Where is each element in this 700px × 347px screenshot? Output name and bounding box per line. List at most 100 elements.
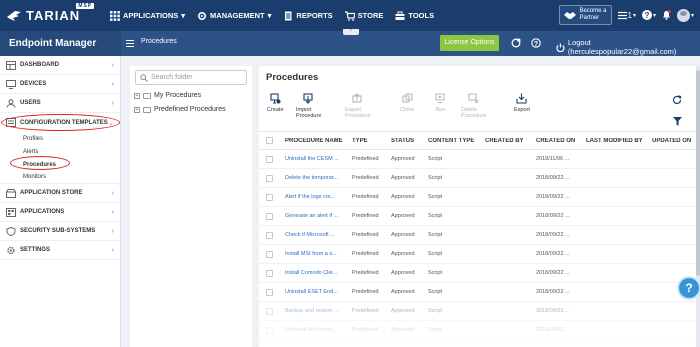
export-procedure-button[interactable]: Export Procedure [345,93,370,119]
clone-button[interactable]: Clone [400,93,414,113]
cell-procedure-name[interactable]: Check if Microsoft ... [285,232,335,238]
table-row[interactable]: Uninstall and reinst... Predefined Approve… [259,321,696,340]
nav-tools[interactable]: TOOLS [395,11,434,21]
table-row[interactable]: Install MSI from a s... Predefined Approve… [259,245,696,264]
chevron-down-icon: ▾ [267,11,272,20]
row-checkbox[interactable] [266,212,273,220]
column-header-created-by[interactable]: CREATED BY [485,138,524,144]
cell-content-type: Script [428,194,443,200]
nav-applications[interactable]: APPLICATIONS ▾ [110,10,185,21]
sidebar-item-users[interactable]: USERS › [0,94,120,113]
sidebar-item-dashboard[interactable]: DASHBOARD › [0,56,120,75]
cell-procedure-name[interactable]: Backup and restore ... [285,308,339,314]
row-checkbox[interactable] [266,193,273,201]
sidebar-subitem-monitors[interactable]: Monitors [0,171,120,184]
sidebar-item-application-store[interactable]: APPLICATION STORE › [0,184,120,203]
row-checkbox[interactable] [266,174,273,182]
sidebar-item-devices[interactable]: DEVICES › [0,75,120,94]
nav-management[interactable]: MANAGEMENT ▾ [197,11,271,21]
handshake-icon [564,11,577,19]
column-header-type[interactable]: TYPE [352,138,368,144]
column-header-content-type[interactable]: CONTENT TYPE [428,138,474,144]
sidebar-item-configuration-templates[interactable]: CONFIGURATION TEMPLATES ⌄ [0,113,120,132]
sidebar-subitem-profiles[interactable]: Profiles [0,132,120,145]
sidebar-item-settings[interactable]: SETTINGS › [0,241,120,260]
cell-type: Predefined [352,289,379,295]
sidebar-item-applications[interactable]: APPLICATIONS › [0,203,120,222]
logo-msp-badge: MSP [76,3,95,9]
row-checkbox[interactable] [266,307,273,315]
filter-icon[interactable] [673,117,682,126]
column-header-last-modified-by[interactable]: LAST MODIFIED BY [586,138,643,144]
import-procedure-button[interactable]: Import Procedure [296,93,321,119]
column-header-procedure-name[interactable]: PROCEDURE NAME [285,138,343,144]
create-button[interactable]: Create [267,93,284,113]
row-checkbox[interactable] [266,288,273,296]
table-row[interactable]: Uninstall the CESM ... Predefined Approved… [259,150,696,169]
row-checkbox[interactable] [266,155,273,163]
row-checkbox[interactable] [266,250,273,258]
help-button[interactable]: ? [679,278,699,298]
announcements-icon[interactable] [511,38,521,48]
search-folder-input[interactable]: Search folder [135,70,247,85]
row-checkbox[interactable] [266,231,273,239]
table-row[interactable]: Alert if the logs cre... Predefined Approv… [259,188,696,207]
run-button[interactable]: Run [435,93,446,113]
sidebar-subitem-alerts[interactable]: Alerts [0,145,120,158]
tree-folder-my-procedures[interactable]: + My Procedures [134,92,201,99]
cell-type: Predefined [352,251,379,257]
tree-folder-label: My Procedures [154,92,202,99]
sidebar-item-security-sub-systems[interactable]: SECURITY SUB-SYSTEMS › [0,222,120,241]
become-partner-button[interactable]: Become a Partner [559,5,612,25]
column-header-updated-on[interactable]: UPDATED ON [652,138,691,144]
chevron-right-icon: › [111,247,114,254]
cell-procedure-name[interactable]: Generate an alert if ... [285,213,338,219]
refresh-icon[interactable] [672,95,682,105]
table-row[interactable]: Uninstall ESET End... Predefined Approved S… [259,283,696,302]
delete-procedure-button[interactable]: Delete Procedure [461,93,486,119]
tree-folder-predefined-procedures[interactable]: + Predefined Procedures [134,106,226,113]
logo-bird-icon [7,10,21,21]
table-row[interactable]: Backup and restore ... Predefined Approved… [259,302,696,321]
grid-icon [110,10,120,21]
table-row[interactable]: Install Comodo Clie... Predefined Approved… [259,264,696,283]
store-icon [6,188,16,198]
cell-procedure-name[interactable]: Uninstall ESET End... [285,289,338,295]
nav-store[interactable]: STORE [344,10,383,21]
page-scrollbar[interactable] [696,66,700,347]
logout-link[interactable]: Logout (herculespopular22@gmail.com) [556,38,700,56]
row-checkbox[interactable] [266,269,273,277]
cell-procedure-name[interactable]: Delete the temporar... [285,175,338,181]
export-button[interactable]: Export [514,93,530,113]
top-right-controls: Become a Partner 1 ▾ ? ▾ ▾ [559,5,694,25]
notifications-button[interactable]: 1 ▾ [617,11,636,20]
column-header-created-on[interactable]: CREATED ON [536,138,575,144]
expand-icon[interactable]: + [134,92,140,99]
table-row[interactable]: Generate an alert if ... Predefined Approv… [259,207,696,226]
cell-procedure-name[interactable]: Uninstall the CESM ... [285,156,339,162]
collapse-header-toggle[interactable]: ⌃ [343,29,359,35]
cell-procedure-name[interactable]: Uninstall and reinst... [285,327,336,333]
column-header-status[interactable]: STATUS [391,138,414,144]
cell-procedure-name[interactable]: Install MSI from a s... [285,251,337,257]
user-menu-button[interactable]: ▾ [676,8,694,22]
license-options-button[interactable]: License Options [440,35,499,51]
row-checkbox[interactable] [266,326,273,334]
help-circle-icon[interactable]: ? [531,38,541,48]
expand-icon[interactable]: + [134,106,140,113]
cell-procedure-name[interactable]: Install Comodo Clie... [285,270,337,276]
hamburger-menu-icon[interactable] [126,40,134,47]
cell-procedure-name[interactable]: Alert if the logs cre... [285,194,335,200]
help-menu-button[interactable]: ? ▾ [641,10,656,20]
nav-reports[interactable]: REPORTS [283,11,333,21]
chevron-right-icon: › [111,100,114,107]
sidebar-subitem-procedures[interactable]: Procedures [0,158,120,171]
tarian-logo[interactable]: TARIAN MSP [0,0,100,31]
scrollbar-thumb[interactable] [696,70,700,276]
table-row[interactable]: Delete the temporar... Predefined Approved… [259,169,696,188]
select-all-checkbox[interactable] [266,137,273,144]
cell-type: Predefined [352,232,379,238]
import-procedure-label: Import Procedure [296,107,322,119]
table-row[interactable]: Check if Microsoft ... Predefined Approved… [259,226,696,245]
alerts-button[interactable] [662,10,671,20]
